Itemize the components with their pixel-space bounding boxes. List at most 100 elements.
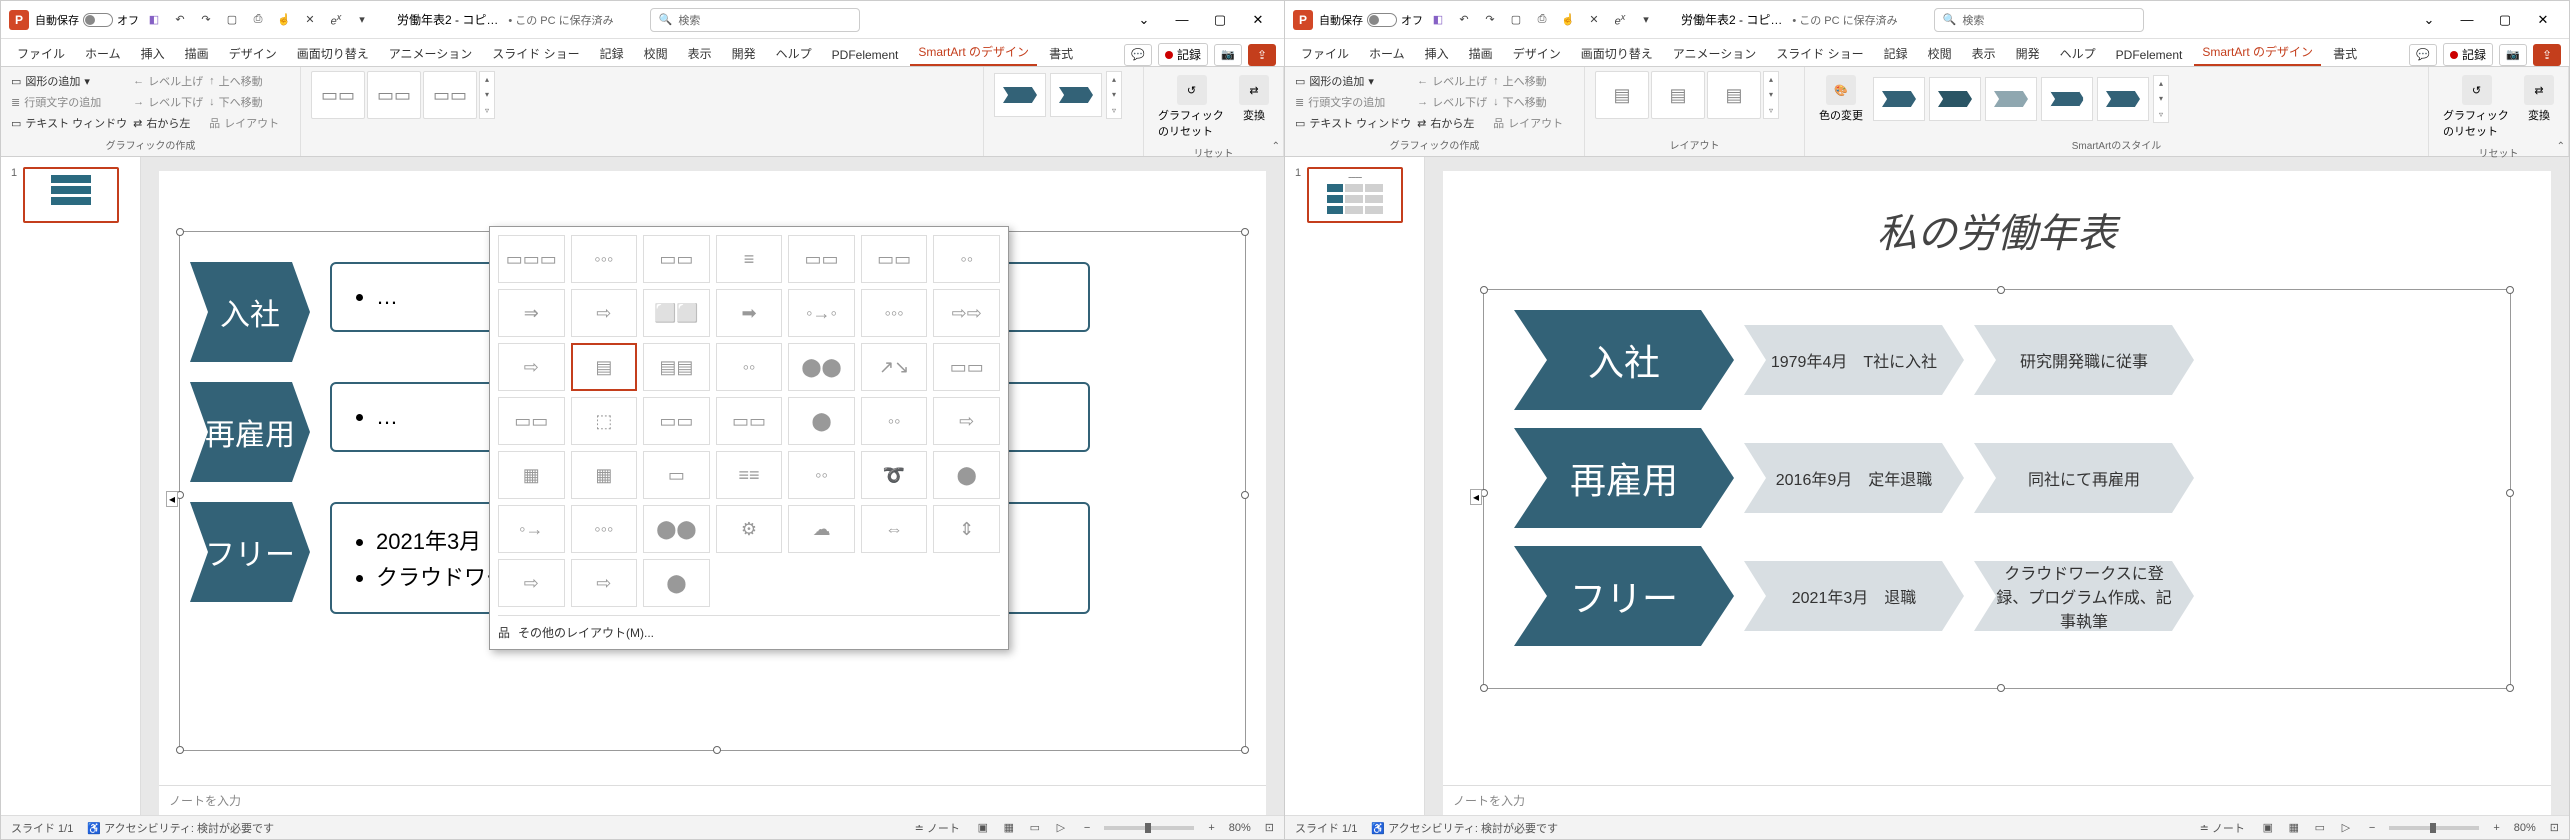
smartart-node[interactable]: 再雇用	[190, 382, 310, 482]
smartart-row[interactable]: フリー 2021年3月 退職 クラウドワークスに登録、プログラム作成、記事執筆	[1514, 546, 2480, 646]
normal-view-icon[interactable]: ▣	[974, 819, 992, 837]
tab-developer[interactable]: 開発	[724, 41, 764, 66]
smartart-cell[interactable]: 研究開発職に従事	[1974, 325, 2194, 395]
smartart-node[interactable]: 入社	[190, 262, 310, 362]
layout-option[interactable]: ◦→	[498, 505, 565, 553]
comments-icon[interactable]: 💬	[1124, 44, 1152, 66]
slide-canvas[interactable]: 入社 再雇用 フリー … … 2021年3月 退職 クラウドワークスに登録、プロ…	[159, 171, 1266, 785]
maximize-icon[interactable]: ▢	[1202, 4, 1238, 36]
document-title[interactable]: 労働年表2 - コピ…	[397, 11, 498, 28]
layout-option[interactable]: ◦◦◦	[571, 505, 638, 553]
layout-option[interactable]: ⬤⬤	[643, 505, 710, 553]
tab-format[interactable]: 書式	[1041, 41, 1081, 66]
undo-icon[interactable]: ↶	[1455, 11, 1473, 29]
zoom-level[interactable]: 80%	[2514, 822, 2536, 834]
ribbon-display-icon[interactable]: ⌄	[2411, 4, 2447, 36]
text-window-button[interactable]: ▭ テキスト ウィンドウ	[11, 113, 127, 133]
add-shape-button[interactable]: ▭ 図形の追加 ▾	[11, 71, 127, 91]
layout-option[interactable]: ⇨	[571, 559, 638, 607]
smartart-cell[interactable]: クラウドワークスに登録、プログラム作成、記事執筆	[1974, 561, 2194, 631]
slide-thumbnail[interactable]	[23, 167, 119, 223]
comments-icon[interactable]: 💬	[2409, 44, 2437, 66]
math-icon[interactable]: ex	[327, 11, 345, 29]
tab-format[interactable]: 書式	[2325, 41, 2365, 66]
minimize-icon[interactable]: —	[1164, 4, 1200, 36]
layout-option[interactable]: ▭▭	[716, 397, 783, 445]
tab-insert[interactable]: 挿入	[133, 41, 173, 66]
layout-option[interactable]: ▭▭	[788, 235, 855, 283]
layout-option[interactable]: ⬤⬤	[788, 343, 855, 391]
redo-icon[interactable]: ↷	[197, 11, 215, 29]
record-button[interactable]: 記録	[1158, 43, 1208, 66]
smartart-cell[interactable]: 1979年4月 T社に入社	[1744, 325, 1964, 395]
smartart-node[interactable]: フリー	[190, 502, 310, 602]
autosave-toggle[interactable]: 自動保存 オフ	[35, 12, 139, 28]
accessibility-status[interactable]: ♿ アクセシビリティ: 検討が必要です	[87, 820, 274, 836]
redo-icon[interactable]: ↷	[1481, 11, 1499, 29]
reading-view-icon[interactable]: ▭	[2311, 819, 2329, 837]
camera-icon[interactable]: 📷	[2499, 44, 2527, 66]
sorter-view-icon[interactable]: ▦	[1000, 819, 1018, 837]
document-title[interactable]: 労働年表2 - コピ…	[1681, 11, 1782, 28]
layout-option[interactable]: ≡≡	[716, 451, 783, 499]
zoom-out-icon[interactable]: −	[2369, 822, 2375, 834]
share-button[interactable]: ⇪	[2533, 44, 2561, 66]
layout-thumb[interactable]: ▤	[1595, 71, 1649, 119]
layout-option[interactable]: ▤▤	[643, 343, 710, 391]
right-to-left-button[interactable]: ⇄ 右から左	[1417, 113, 1487, 133]
tab-file[interactable]: ファイル	[1293, 41, 1357, 66]
layout-option[interactable]: ⇕	[933, 505, 1000, 553]
convert-button[interactable]: ⇄変換	[2520, 71, 2558, 127]
notes-toggle[interactable]: ≐ ノート	[2200, 820, 2245, 836]
tab-draw[interactable]: 描画	[1461, 41, 1501, 66]
accessibility-status[interactable]: ♿ アクセシビリティ: 検討が必要です	[1371, 820, 1558, 836]
style-thumb[interactable]	[2097, 77, 2149, 121]
tab-draw[interactable]: 描画	[177, 41, 217, 66]
tab-transitions[interactable]: 画面切り替え	[289, 41, 377, 66]
tab-help[interactable]: ヘルプ	[768, 41, 820, 66]
change-colors-button[interactable]: 🎨色の変更	[1815, 71, 1867, 127]
layout-option[interactable]: ⇒	[498, 289, 565, 337]
layout-option[interactable]: ▭▭	[861, 235, 928, 283]
zoom-slider[interactable]	[2389, 826, 2479, 830]
layout-option[interactable]: ⬤	[643, 559, 710, 607]
zoom-level[interactable]: 80%	[1229, 822, 1251, 834]
tab-review[interactable]: 校閲	[1920, 41, 1960, 66]
slide-canvas[interactable]: 私の労働年表 ◂ 入社 1979年4月 T社に入社 研究開発職に従事 再雇用 2…	[1443, 171, 2551, 785]
tab-home[interactable]: ホーム	[77, 41, 129, 66]
autosave-toggle[interactable]: 自動保存 オフ	[1319, 12, 1423, 28]
layout-option[interactable]: ⇨	[571, 289, 638, 337]
tab-file[interactable]: ファイル	[9, 41, 73, 66]
tab-record[interactable]: 記録	[1876, 41, 1916, 66]
collapse-ribbon-icon[interactable]: ⌃	[1272, 141, 1280, 152]
search-input[interactable]: 🔍 検索	[1934, 8, 2144, 32]
tab-developer[interactable]: 開発	[2008, 41, 2048, 66]
layout-option[interactable]: ▭▭	[643, 235, 710, 283]
fit-to-window-icon[interactable]: ⊡	[2550, 821, 2559, 834]
layout-thumb[interactable]: ▭▭	[367, 71, 421, 119]
layout-option-selected[interactable]: ▤	[571, 343, 638, 391]
layout-gallery-more[interactable]: ▴▾▿	[1763, 71, 1779, 119]
layout-option[interactable]: ⇔	[861, 505, 928, 553]
zoom-in-icon[interactable]: +	[2493, 822, 2499, 834]
tab-record[interactable]: 記録	[592, 41, 632, 66]
smartart-row[interactable]: 再雇用 2016年9月 定年退職 同社にて再雇用	[1514, 428, 2480, 528]
layout-option[interactable]: ➡	[716, 289, 783, 337]
tab-smartart-design[interactable]: SmartArt のデザイン	[2194, 39, 2321, 66]
slideshow-view-icon[interactable]: ▷	[1052, 819, 1070, 837]
tab-pdfelement[interactable]: PDFelement	[824, 44, 907, 66]
layout-option[interactable]: ↗↘	[861, 343, 928, 391]
layout-option[interactable]: ◦◦◦	[861, 289, 928, 337]
layout-option[interactable]: ⇨	[498, 559, 565, 607]
tab-animations[interactable]: アニメーション	[381, 41, 481, 66]
save-icon[interactable]: ◧	[1429, 11, 1447, 29]
qat-more-icon[interactable]: ▾	[1637, 11, 1655, 29]
more-layouts-button[interactable]: 品 その他のレイアウト(M)...	[498, 615, 1000, 641]
save-icon[interactable]: ◧	[145, 11, 163, 29]
close-icon[interactable]: ✕	[2525, 4, 2561, 36]
saved-location[interactable]: • この PC に保存済み	[1792, 12, 1897, 28]
print-icon[interactable]: ⎙	[249, 11, 267, 29]
add-shape-button[interactable]: ▭ 図形の追加 ▾	[1295, 71, 1411, 91]
layout-option[interactable]: ⬜⬜	[643, 289, 710, 337]
notes-pane[interactable]: ノートを入力	[1443, 785, 2551, 815]
